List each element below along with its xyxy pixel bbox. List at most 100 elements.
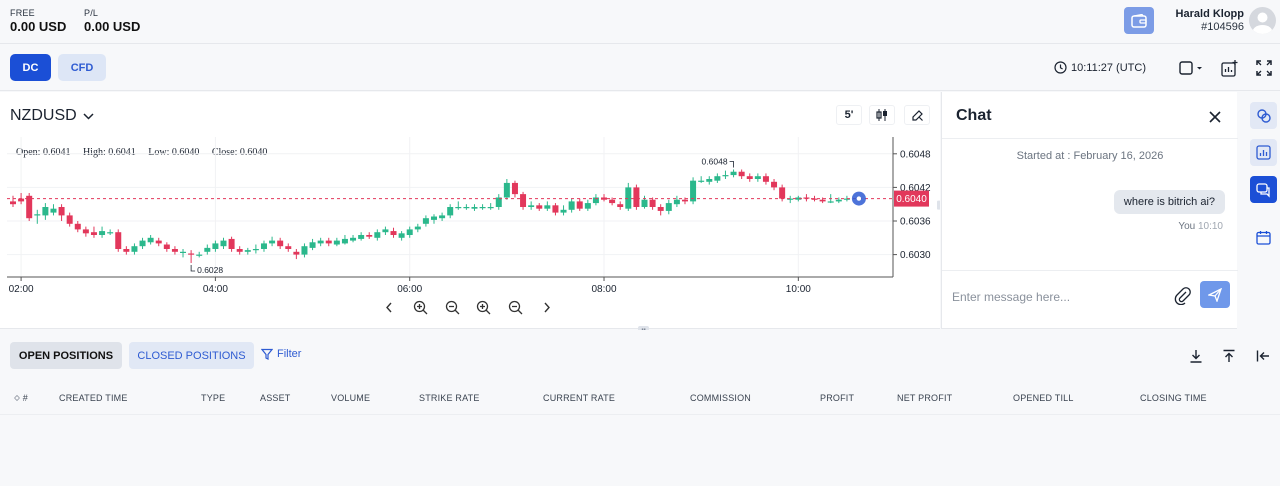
chevron-down-icon bbox=[83, 112, 94, 120]
tab-open-positions[interactable]: OPEN POSITIONS bbox=[10, 342, 122, 369]
candle-body bbox=[42, 207, 49, 216]
wallet-button[interactable] bbox=[1124, 7, 1154, 34]
candle-body bbox=[657, 207, 664, 211]
zoom-fit-icon bbox=[476, 300, 490, 314]
zoom-out-icon bbox=[445, 300, 459, 314]
zoom-out-button[interactable] bbox=[442, 298, 462, 316]
candle-body bbox=[180, 251, 187, 253]
scroll-left-button[interactable] bbox=[379, 298, 399, 316]
candle-body bbox=[90, 232, 97, 235]
tab-closed-positions[interactable]: CLOSED POSITIONS bbox=[129, 342, 254, 369]
zoom-in-button[interactable] bbox=[410, 298, 430, 316]
indicators-button[interactable] bbox=[1220, 58, 1240, 78]
column-header-index[interactable]: # bbox=[14, 393, 28, 403]
column-header-commission[interactable]: COMMISSION bbox=[690, 393, 751, 403]
candle-body bbox=[163, 244, 170, 249]
candle-body bbox=[252, 249, 259, 251]
drawing-tools-button[interactable] bbox=[904, 105, 930, 125]
column-header-type[interactable]: TYPE bbox=[201, 393, 225, 403]
column-header-created-time[interactable]: CREATED TIME bbox=[59, 393, 128, 403]
chart-add-icon bbox=[1221, 60, 1238, 77]
column-header-current-rate[interactable]: CURRENT RATE bbox=[543, 393, 615, 403]
candle-body bbox=[698, 180, 705, 182]
candle-body bbox=[455, 207, 462, 209]
candle-body bbox=[552, 205, 559, 213]
rail-chat-button[interactable] bbox=[1250, 176, 1277, 203]
chat-message-time: 10:10 bbox=[1197, 221, 1223, 232]
filter-button[interactable]: Filter bbox=[261, 348, 301, 360]
symbol-selector[interactable]: NZDUSD bbox=[10, 107, 94, 125]
zoom-fit-button[interactable] bbox=[473, 298, 493, 316]
cfd-mode-button[interactable]: CFD bbox=[58, 54, 106, 81]
candle-body bbox=[544, 205, 551, 209]
layout-dropdown[interactable] bbox=[1178, 58, 1206, 78]
price-axis-handle[interactable] bbox=[937, 200, 940, 210]
attach-button[interactable] bbox=[1174, 287, 1192, 306]
circles-icon bbox=[1256, 108, 1271, 123]
chart-panel: NZDUSD 5' Open: 0.6041 High: 0.6041 Low:… bbox=[0, 92, 940, 329]
candle-body bbox=[74, 223, 81, 230]
column-header-profit[interactable]: PROFIT bbox=[820, 393, 854, 403]
candle-body bbox=[350, 237, 357, 241]
download-button[interactable] bbox=[1186, 346, 1206, 366]
rail-stats-button[interactable] bbox=[1250, 139, 1277, 166]
candle-body bbox=[115, 232, 122, 249]
candle-body bbox=[398, 233, 405, 238]
y-tick-label: 0.6048 bbox=[900, 149, 931, 160]
column-header-volume[interactable]: VOLUME bbox=[331, 393, 370, 403]
price-chart[interactable]: 0.60480.60420.60360.603002:00 04:00 06:00 0… bbox=[0, 137, 940, 297]
calendar-icon bbox=[1256, 231, 1271, 245]
candle-body bbox=[293, 251, 300, 255]
candle-body bbox=[771, 181, 778, 188]
fullscreen-button[interactable] bbox=[1254, 58, 1274, 78]
server-clock: 10:11:27 (UTC) bbox=[1054, 61, 1146, 74]
candle-body bbox=[754, 176, 761, 179]
clock-icon bbox=[1054, 61, 1067, 74]
pl-balance: P/L 0.00 USD bbox=[84, 8, 140, 34]
candle-body bbox=[414, 226, 421, 230]
candle-body bbox=[568, 201, 575, 210]
candle-body bbox=[131, 246, 138, 252]
zoom-reset-button[interactable] bbox=[505, 298, 525, 316]
dc-mode-button[interactable]: DC bbox=[10, 54, 51, 81]
candle-body bbox=[536, 205, 543, 209]
candle-body bbox=[746, 176, 753, 179]
timeframe-button[interactable]: 5' bbox=[836, 105, 862, 125]
send-icon bbox=[1208, 287, 1222, 302]
user-id: #104596 bbox=[1201, 21, 1244, 33]
y-tick-label: 0.6030 bbox=[900, 250, 931, 261]
chat-message-bubble: where is bitrich ai? bbox=[1113, 190, 1225, 214]
chat-message-meta: You 10:10 bbox=[1178, 221, 1223, 232]
chat-message-input[interactable]: Enter message here... bbox=[952, 290, 1070, 304]
column-header-strike-rate[interactable]: STRIKE RATE bbox=[419, 393, 480, 403]
send-button[interactable] bbox=[1200, 281, 1230, 308]
free-value: 0.00 USD bbox=[10, 19, 67, 34]
candle-body bbox=[390, 231, 397, 235]
expand-up-button[interactable] bbox=[1219, 346, 1239, 366]
rail-calendar-button[interactable] bbox=[1250, 224, 1277, 251]
column-header-closing-time[interactable]: CLOSING TIME bbox=[1140, 393, 1207, 403]
candle-body bbox=[99, 231, 106, 235]
column-header-net-profit[interactable]: NET PROFIT bbox=[897, 393, 952, 403]
candle-body bbox=[738, 171, 745, 177]
candle-body bbox=[34, 214, 41, 216]
column-header-opened-till[interactable]: OPENED TILL bbox=[1013, 393, 1074, 403]
table-header-divider bbox=[0, 414, 1280, 415]
chart-type-button[interactable] bbox=[869, 105, 895, 125]
bar-chart-icon bbox=[1256, 145, 1271, 160]
chat-close-button[interactable] bbox=[1209, 107, 1221, 128]
chat-message-sender: You bbox=[1178, 221, 1196, 232]
scroll-right-button[interactable] bbox=[537, 298, 557, 316]
avatar[interactable] bbox=[1249, 7, 1276, 34]
square-icon bbox=[1179, 61, 1202, 75]
candle-body bbox=[665, 203, 672, 211]
current-price-label: 0.6040 bbox=[896, 194, 927, 205]
arrow-left-to-line-icon bbox=[1256, 350, 1269, 362]
collapse-left-button[interactable] bbox=[1253, 346, 1273, 366]
candle-body bbox=[325, 240, 332, 244]
column-header-asset[interactable]: ASSET bbox=[260, 393, 291, 403]
x-tick-label: 02:00 bbox=[9, 284, 34, 295]
rail-tools-button[interactable] bbox=[1250, 102, 1277, 129]
close-icon bbox=[1209, 111, 1221, 123]
candle-body bbox=[171, 249, 178, 252]
